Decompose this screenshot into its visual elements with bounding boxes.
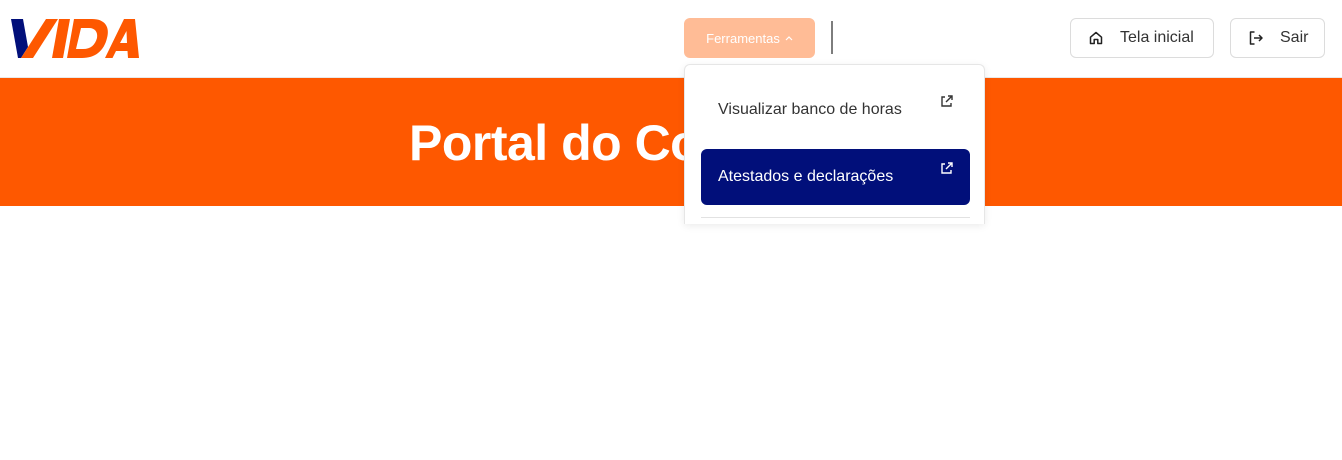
hero-banner: Portal do Co bbox=[0, 78, 1342, 206]
tools-dropdown-button[interactable]: Ferramentas bbox=[684, 18, 815, 58]
menu-divider bbox=[701, 217, 970, 218]
menu-item-label: Atestados e declarações bbox=[718, 168, 894, 185]
menu-item-label: Visualizar banco de horas bbox=[718, 101, 902, 118]
tools-button-label: Ferramentas bbox=[706, 30, 780, 46]
tools-dropdown-menu: Visualizar banco de horas Atestados e de… bbox=[684, 64, 985, 224]
external-link-icon bbox=[939, 94, 954, 109]
home-icon bbox=[1088, 30, 1104, 46]
menu-item-certificates-declarations[interactable]: Atestados e declarações bbox=[701, 149, 970, 205]
logout-button-label: Sair bbox=[1280, 29, 1309, 46]
vida-logo[interactable] bbox=[8, 12, 140, 62]
top-header: Ferramentas Tela inicial Sair bbox=[0, 0, 1342, 78]
page-title: Portal do Co bbox=[409, 115, 701, 171]
external-link-icon bbox=[939, 161, 954, 176]
header-divider bbox=[831, 21, 833, 54]
home-button[interactable]: Tela inicial bbox=[1070, 18, 1214, 58]
logout-button[interactable]: Sair bbox=[1230, 18, 1325, 58]
chevron-up-icon bbox=[785, 34, 793, 43]
home-button-label: Tela inicial bbox=[1120, 29, 1194, 46]
menu-item-view-hours-bank[interactable]: Visualizar banco de horas bbox=[701, 82, 970, 138]
logout-icon bbox=[1248, 30, 1264, 46]
